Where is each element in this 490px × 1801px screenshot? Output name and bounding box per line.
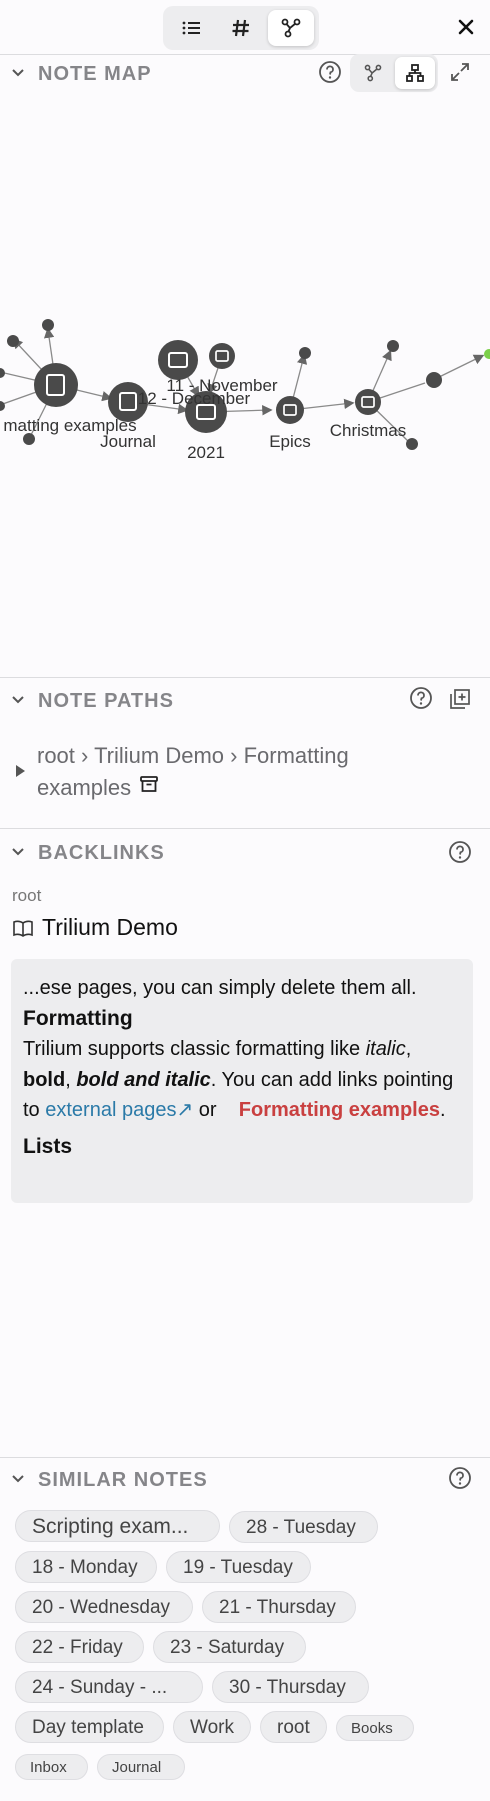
similar-note-chip[interactable]: 18 - Monday [15, 1551, 157, 1583]
similar-note-chip[interactable]: 30 - Thursday [212, 1671, 369, 1703]
similar-note-chip[interactable]: Scripting exam... [15, 1510, 220, 1542]
backlink-excerpt: ...ese pages, you can simply delete them… [11, 959, 473, 1203]
similar-note-chip[interactable]: 21 - Thursday [202, 1591, 356, 1623]
map-node[interactable] [0, 401, 5, 411]
note-paths-title: NOTE PATHS [38, 690, 174, 712]
map-node[interactable] [0, 368, 5, 378]
map-node[interactable] [387, 340, 399, 352]
map-mode-toggle [350, 54, 438, 92]
map-node[interactable] [426, 372, 442, 388]
excerpt-bold-italic: bold and italic [76, 1068, 211, 1091]
chevron-down-icon [12, 69, 24, 77]
similar-notes-title: SIMILAR NOTES [38, 1469, 208, 1491]
section-divider [0, 828, 490, 829]
map-node[interactable] [299, 347, 311, 359]
hash-icon [232, 19, 249, 37]
path-line-1: root › Trilium Demo › Formatting [37, 743, 349, 768]
excerpt-heading: Lists [23, 1134, 73, 1158]
similar-note-chip[interactable]: Work [173, 1711, 251, 1743]
external-link[interactable]: external pages↗ [45, 1099, 193, 1121]
backlinks-title: BACKLINKS [38, 842, 165, 864]
chevron-down-icon [12, 848, 24, 856]
excerpt-text: , [65, 1068, 77, 1091]
excerpt-italic: italic [365, 1038, 406, 1060]
map-node[interactable] [406, 438, 418, 450]
archive-icon [140, 776, 159, 792]
backlink-note-title: Trilium Demo [42, 914, 178, 940]
excerpt-text: Trilium supports classic formatting like [23, 1038, 366, 1060]
clone-icon[interactable] [449, 688, 471, 710]
similar-notes-header[interactable]: SIMILAR NOTES [0, 1459, 490, 1499]
similar-note-chip[interactable]: Day template [15, 1711, 164, 1743]
help-icon[interactable] [448, 840, 472, 864]
similar-note-chip[interactable]: Journal [97, 1754, 185, 1780]
note-map-canvas[interactable]: matting examples Journal 11 - November 1… [0, 96, 490, 676]
help-icon[interactable] [448, 1466, 472, 1490]
chevron-down-icon [12, 1475, 24, 1483]
map-node-epics[interactable] [276, 396, 304, 424]
similar-note-chip[interactable]: 24 - Sunday - ... [15, 1671, 203, 1703]
section-divider [0, 1457, 490, 1458]
help-icon[interactable] [318, 60, 342, 84]
path-line-2: examples [37, 775, 132, 800]
note-map-title: NOTE MAP [38, 63, 152, 85]
similar-note-chip[interactable]: 28 - Tuesday [229, 1511, 378, 1543]
excerpt-heading: Formatting [23, 1006, 133, 1030]
book-icon [13, 920, 33, 937]
close-icon [458, 19, 474, 35]
attributes-tab[interactable] [218, 10, 264, 46]
panel-tab-group [163, 6, 319, 50]
similar-note-chip[interactable]: 19 - Tuesday [166, 1551, 311, 1583]
excerpt-bold: bold [23, 1068, 66, 1091]
excerpt-text: , [405, 1038, 412, 1060]
backlink-note-link[interactable]: Trilium Demo [12, 914, 178, 941]
map-label-2021: 2021 [187, 443, 225, 462]
internal-link[interactable]: Formatting examples [239, 1099, 440, 1121]
right-panel-toolbar [0, 0, 490, 54]
note-map-tab[interactable] [268, 10, 314, 46]
fullscreen-icon[interactable] [450, 62, 470, 82]
excerpt-paragraph: Trilium supports classic formatting like… [23, 1034, 461, 1126]
similar-note-chip[interactable]: Books [336, 1715, 414, 1741]
graph-icon [281, 18, 301, 38]
map-node-formatting-examples[interactable] [34, 363, 78, 407]
similar-note-chip[interactable]: 20 - Wednesday [15, 1591, 193, 1623]
similar-note-chip[interactable]: Inbox [15, 1754, 88, 1780]
caret-right-icon[interactable] [14, 764, 26, 778]
similar-note-chip[interactable]: 23 - Saturday [153, 1631, 306, 1663]
excerpt-text: . [439, 1099, 446, 1121]
map-label-christmas: Christmas [330, 421, 407, 440]
excerpt-line: ...ese pages, you can simply delete them… [23, 977, 417, 999]
map-node-december[interactable] [158, 340, 198, 380]
map-label-december: 12 - December [138, 389, 251, 408]
map-label-journal: Journal [100, 432, 156, 451]
note-map-graph: matting examples Journal 11 - November 1… [0, 319, 490, 462]
note-path-text[interactable]: root › Trilium Demo › Formatting example… [37, 740, 457, 804]
map-node[interactable] [484, 349, 490, 359]
tree-map-button[interactable] [395, 57, 435, 89]
chevron-down-icon [12, 696, 24, 704]
list-icon [182, 21, 200, 35]
link-map-button[interactable] [353, 57, 393, 89]
backlinks-header[interactable]: BACKLINKS [0, 832, 490, 872]
backlink-parent-path[interactable]: root [12, 886, 41, 906]
map-label-epics: Epics [269, 432, 311, 451]
help-icon[interactable] [409, 686, 433, 710]
map-node[interactable] [42, 319, 54, 331]
similar-note-chip[interactable]: root [260, 1711, 327, 1743]
section-divider [0, 677, 490, 678]
map-node[interactable] [7, 335, 19, 347]
tree-map-icon [406, 64, 424, 82]
map-node-christmas[interactable] [355, 389, 381, 415]
similar-note-chip[interactable]: 22 - Friday [15, 1631, 144, 1663]
link-map-icon [364, 64, 382, 82]
toc-tab[interactable] [168, 10, 214, 46]
excerpt-text: or [193, 1099, 223, 1121]
close-panel-button[interactable] [452, 13, 480, 41]
map-node-november[interactable] [209, 343, 235, 369]
